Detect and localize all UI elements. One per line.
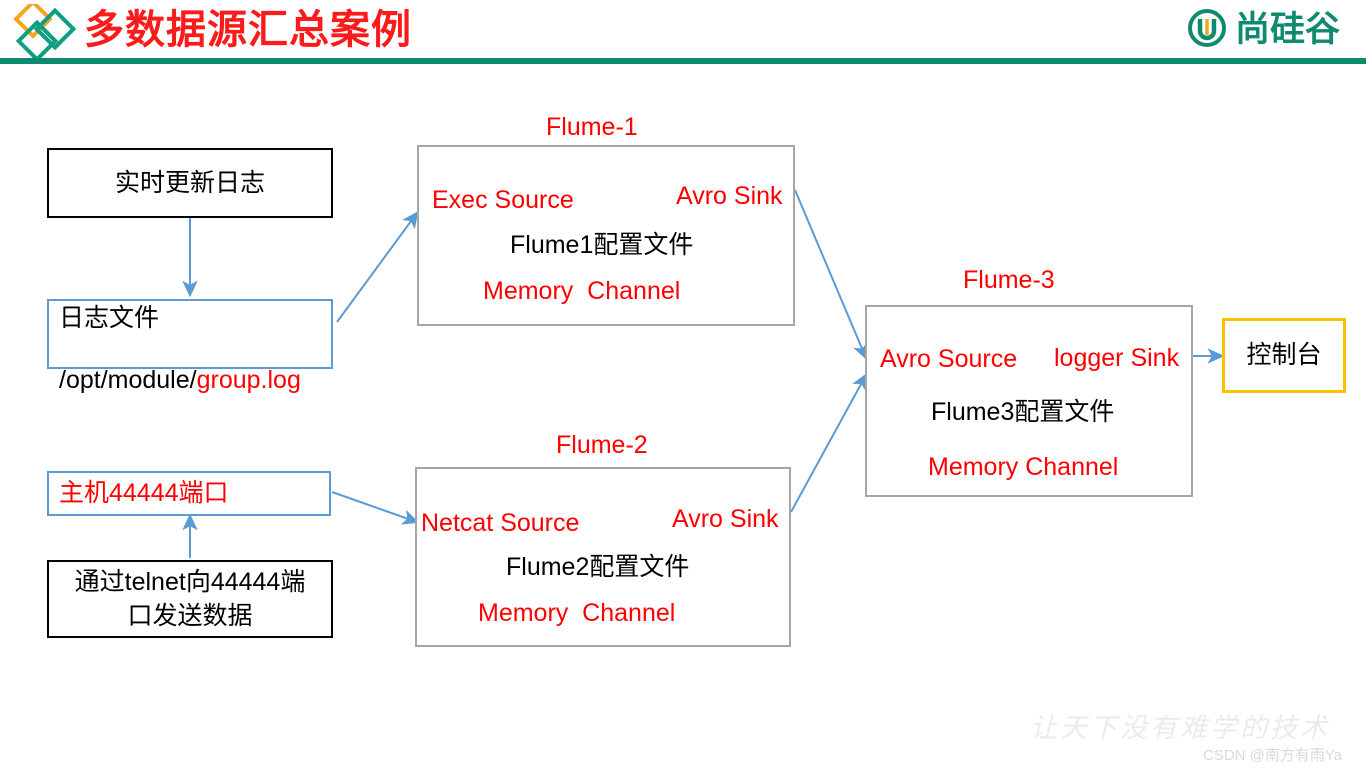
log-file-path-highlight: group.log: [196, 366, 301, 394]
realtime-log-box: 实时更新日志: [47, 148, 333, 218]
flume3-sink-label: logger Sink: [1054, 344, 1180, 372]
brand-logo: 尚硅谷: [1187, 8, 1340, 52]
telnet-send-label: 通过telnet向44444端 口发送数据: [74, 568, 306, 630]
flume2-source-label: Netcat Source: [421, 509, 580, 537]
host-port-label: 主机44444端口: [59, 479, 229, 507]
flume2-sink-label: Avro Sink: [672, 505, 779, 533]
flume3-title: Flume-3: [963, 266, 1055, 294]
watermark-credit: CSDN @南方有雨Ya: [1203, 747, 1343, 764]
arrow-host-port-to-flume2: [331, 491, 420, 525]
arrow-flume1-to-flume3: [794, 189, 868, 361]
flume1-config-label: Flume1配置文件: [510, 231, 694, 259]
flume3-source-label: Avro Source: [880, 345, 1018, 373]
watermark-slogan: 让天下没有难学的技术: [1030, 713, 1330, 744]
page-title: 多数据源汇总案例: [84, 8, 412, 52]
flume1-channel-label: Memory Channel: [483, 277, 681, 305]
u-circle-icon: [1187, 8, 1227, 53]
slide-canvas: 多数据源汇总案例 尚硅谷 实时更新日志 日志文件 /opt/module/gro…: [0, 0, 1366, 768]
flume2-channel-label: Memory Channel: [478, 599, 676, 627]
flume2-config-label: Flume2配置文件: [506, 553, 690, 581]
flume2-title: Flume-2: [556, 431, 648, 459]
arrow-log-file-to-flume1: [336, 211, 419, 323]
flume3-channel-label: Memory Channel: [928, 453, 1119, 481]
diamond-triple-icon: [6, 0, 77, 63]
host-port-box: 主机44444端口: [47, 471, 331, 516]
console-box: 控制台: [1222, 318, 1346, 393]
console-label: 控制台: [1246, 341, 1322, 369]
header-divider: [0, 58, 1366, 64]
flume1-title: Flume-1: [546, 113, 638, 141]
slide-header: 多数据源汇总案例 尚硅谷: [0, 0, 1366, 64]
brand-name: 尚硅谷: [1234, 10, 1340, 49]
log-file-path-prefix: /opt/module/: [59, 366, 197, 394]
log-file-box: 日志文件 /opt/module/group.log: [47, 299, 333, 394]
arrow-flume2-to-flume3: [790, 372, 868, 513]
log-file-label: 日志文件 /opt/module/group.log: [59, 272, 301, 396]
realtime-log-label: 实时更新日志: [114, 168, 265, 197]
flume3-config-label: Flume3配置文件: [931, 398, 1115, 426]
log-file-line1: 日志文件: [59, 304, 160, 332]
telnet-send-box: 通过telnet向44444端 口发送数据: [47, 560, 333, 638]
flume1-source-label: Exec Source: [432, 186, 574, 214]
flume1-sink-label: Avro Sink: [676, 182, 783, 210]
